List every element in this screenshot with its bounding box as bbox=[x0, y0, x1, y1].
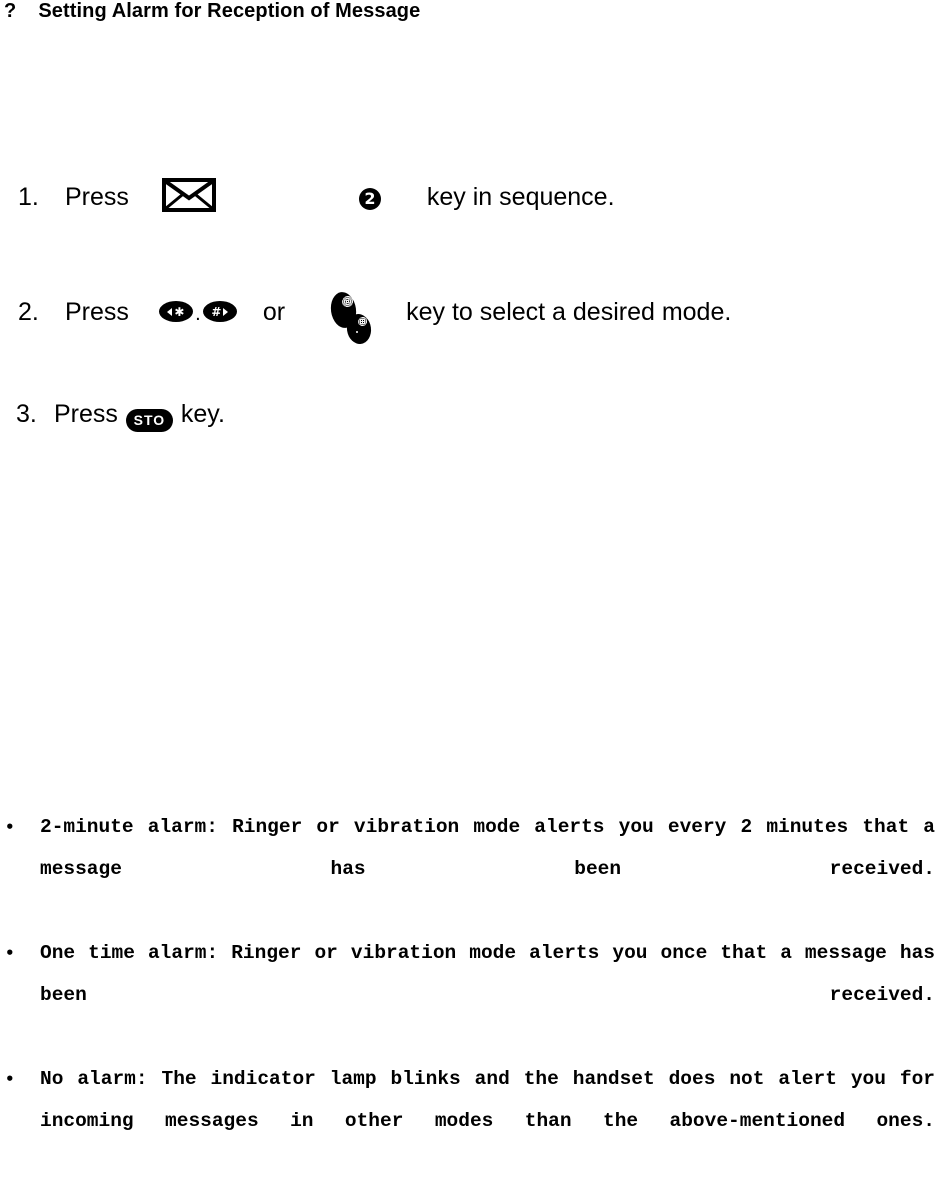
list-item: • 2-minute alarm: Ringer or vibration mo… bbox=[0, 806, 939, 932]
step-1-verb: Press bbox=[65, 183, 129, 211]
step-2-tail-text: key to select a desired mode. bbox=[406, 298, 732, 326]
triangle-left-icon bbox=[167, 307, 173, 316]
step-2-verb: Press bbox=[65, 298, 129, 326]
alarm-mode-notes-list: • 2-minute alarm: Ringer or vibration mo… bbox=[0, 806, 939, 1184]
step-3-verb: Press bbox=[54, 400, 118, 428]
star-left-key-icon[interactable]: ✱ bbox=[158, 301, 193, 322]
heading-marker: ? bbox=[4, 0, 17, 22]
instruction-step-3: 3. Press STO key. bbox=[16, 402, 225, 432]
hash-glyph: # bbox=[211, 304, 222, 319]
step-2-conjunction: or bbox=[262, 298, 286, 326]
instruction-step-1: 1. Press 2 key in sequence. bbox=[18, 178, 615, 212]
step-1-tail-text: key in sequence. bbox=[426, 183, 615, 211]
page-title-text: Setting Alarm for Reception of Message bbox=[38, 0, 421, 22]
hash-right-key-icon[interactable]: # bbox=[202, 301, 237, 322]
list-item: • One time alarm: Ringer or vibration mo… bbox=[0, 932, 939, 1058]
instruction-step-2: 2. Press ✱ . # or key to select a desired… bbox=[18, 290, 732, 346]
asterisk-glyph: ✱ bbox=[174, 304, 185, 319]
envelope-icon[interactable] bbox=[161, 178, 216, 212]
scroll-up-down-keys-icon[interactable] bbox=[328, 290, 374, 346]
note-text: 2-minute alarm: Ringer or vibration mode… bbox=[40, 816, 935, 880]
step-3-tail-text: key. bbox=[180, 400, 225, 428]
step-3-number: 3. bbox=[16, 400, 37, 428]
sto-key-icon[interactable]: STO bbox=[125, 409, 173, 432]
step-2-number: 2. bbox=[18, 298, 39, 326]
triangle-right-icon bbox=[223, 307, 229, 316]
note-text: One time alarm: Ringer or vibration mode… bbox=[40, 942, 935, 1006]
circled-number-2-icon[interactable]: 2 bbox=[358, 188, 381, 210]
key-separator-dot: . bbox=[195, 303, 201, 325]
step-1-number: 1. bbox=[18, 183, 39, 211]
page-title: ? Setting Alarm for Reception of Message bbox=[4, 0, 420, 23]
bullet-icon: • bbox=[5, 818, 15, 836]
bullet-icon: • bbox=[5, 1070, 15, 1088]
bullet-icon: • bbox=[5, 944, 15, 962]
